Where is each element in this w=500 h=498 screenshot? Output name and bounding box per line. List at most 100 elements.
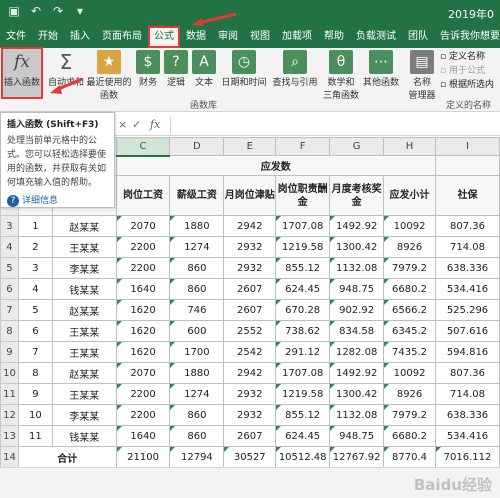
use-in-formula-item[interactable]: ▫ 用于公式	[440, 64, 494, 78]
datetime-button[interactable]: ◷ 日期和时间	[220, 48, 268, 98]
cell-f[interactable]: 624.45	[275, 278, 331, 300]
cell-g[interactable]: 1492.92	[329, 362, 385, 384]
customize-icon[interactable]: ▾	[72, 4, 88, 18]
tab-5[interactable]: 数据	[180, 26, 212, 48]
cell-c[interactable]: 1620	[115, 320, 171, 342]
row-header[interactable]: 14	[0, 446, 19, 467]
cell-h[interactable]: 7979.2	[383, 257, 436, 279]
row-header[interactable]: 11	[0, 383, 19, 405]
cell-name[interactable]: 王某某	[51, 341, 117, 363]
cell-d[interactable]: 1700	[169, 341, 225, 363]
cell-name[interactable]: 李某某	[51, 257, 117, 279]
finance-button[interactable]: $ 财务	[136, 48, 160, 98]
cell-a[interactable]: 9	[17, 383, 53, 405]
cell-c[interactable]: 2200	[115, 236, 171, 258]
undo-icon[interactable]: ↶	[28, 4, 44, 18]
cell-i[interactable]: 507.616	[435, 320, 500, 342]
cell-a[interactable]: 8	[17, 362, 53, 384]
tab-0[interactable]: 文件	[0, 26, 32, 48]
cell-name[interactable]: 钱某某	[51, 278, 117, 300]
cell-f[interactable]: 738.62	[275, 320, 331, 342]
column-title[interactable]: 月度考核奖金	[329, 175, 385, 216]
tab-11[interactable]: 团队	[402, 26, 434, 48]
cell-d[interactable]: 860	[169, 404, 225, 426]
cell-e[interactable]: 2932	[223, 236, 277, 258]
cell-g[interactable]: 1132.08	[329, 404, 385, 426]
row-header[interactable]: 7	[0, 299, 19, 321]
define-name-item[interactable]: ▫ 定义名称	[440, 50, 494, 64]
total-e[interactable]: 30527	[223, 446, 277, 467]
column-title[interactable]: 薪级工资	[169, 175, 225, 216]
cell-g[interactable]: 834.58	[329, 320, 385, 342]
cell-name[interactable]: 王某某	[51, 236, 117, 258]
tab-4[interactable]: 公式	[148, 26, 180, 48]
cell-h[interactable]: 8926	[383, 383, 436, 405]
row-header[interactable]: 13	[0, 425, 19, 447]
cell-e[interactable]: 2542	[223, 341, 277, 363]
cell-c[interactable]: 1620	[115, 341, 171, 363]
header-blank-i[interactable]	[435, 155, 500, 176]
cell-f[interactable]: 1707.08	[275, 215, 331, 237]
column-header-h[interactable]: H	[383, 137, 436, 156]
fx-bar-icon[interactable]: fx	[150, 118, 160, 131]
cell-a[interactable]: 1	[17, 215, 53, 237]
cell-d[interactable]: 1274	[169, 236, 225, 258]
cell-name[interactable]: 钱某某	[51, 425, 117, 447]
cell-a[interactable]: 2	[17, 236, 53, 258]
cell-h[interactable]: 7435.2	[383, 341, 436, 363]
column-header-c[interactable]: C	[115, 137, 171, 157]
cell-f[interactable]: 670.28	[275, 299, 331, 321]
column-title[interactable]: 应发小计	[383, 175, 436, 216]
tab-9[interactable]: 帮助	[318, 26, 350, 48]
cell-h[interactable]: 6680.2	[383, 425, 436, 447]
tab-1[interactable]: 开始	[32, 26, 64, 48]
cell-g[interactable]: 1492.92	[329, 215, 385, 237]
column-title[interactable]: 岗位职责酬金	[275, 175, 331, 216]
logic-button[interactable]: ? 逻辑	[164, 48, 188, 98]
cell-i[interactable]: 594.816	[435, 341, 500, 363]
cell-a[interactable]: 5	[17, 299, 53, 321]
cell-a[interactable]: 4	[17, 278, 53, 300]
insert-function-button[interactable]: fx 插入函数	[1, 47, 43, 99]
tab-12[interactable]: 告诉我你想要	[434, 26, 500, 48]
cell-g[interactable]: 1132.08	[329, 257, 385, 279]
cell-f[interactable]: 1219.58	[275, 383, 331, 405]
math-button[interactable]: θ 数学和 三角函数	[322, 48, 360, 101]
cell-i[interactable]: 714.08	[435, 383, 500, 405]
cell-g[interactable]: 1300.42	[329, 236, 385, 258]
column-title[interactable]: 月岗位津贴	[223, 175, 277, 216]
cell-c[interactable]: 1620	[115, 299, 171, 321]
cell-h[interactable]: 6680.2	[383, 278, 436, 300]
total-c[interactable]: 21100	[115, 446, 171, 467]
cell-d[interactable]: 1880	[169, 362, 225, 384]
redo-icon[interactable]: ↷	[50, 4, 66, 18]
cell-c[interactable]: 2200	[115, 383, 171, 405]
cancel-icon[interactable]: ×	[118, 118, 127, 131]
cell-a[interactable]: 3	[17, 257, 53, 279]
more-functions-button[interactable]: ⋯ 其他函数	[362, 48, 400, 98]
cell-e[interactable]: 2552	[223, 320, 277, 342]
cell-h[interactable]: 10092	[383, 362, 436, 384]
cell-c[interactable]: 1640	[115, 278, 171, 300]
total-g[interactable]: 12767.92	[329, 446, 385, 467]
cell-g[interactable]: 1300.42	[329, 383, 385, 405]
row-header[interactable]: 10	[0, 362, 19, 384]
column-header-e[interactable]: E	[223, 137, 277, 156]
row-header[interactable]: 9	[0, 341, 19, 363]
cell-name[interactable]: 赵某某	[51, 299, 117, 321]
total-label[interactable]: 合计	[17, 446, 117, 467]
cell-a[interactable]: 7	[17, 341, 53, 363]
cell-i[interactable]: 638.336	[435, 257, 500, 279]
cell-c[interactable]: 1640	[115, 425, 171, 447]
row-header[interactable]: 8	[0, 320, 19, 342]
cell-f[interactable]: 855.12	[275, 404, 331, 426]
cell-c[interactable]: 2070	[115, 362, 171, 384]
cell-i[interactable]: 807.36	[435, 215, 500, 237]
text-button[interactable]: A 文本	[192, 48, 216, 98]
total-h[interactable]: 8770.4	[383, 446, 436, 467]
confirm-icon[interactable]: ✓	[132, 118, 141, 131]
cell-g[interactable]: 948.75	[329, 278, 385, 300]
cell-g[interactable]: 1282.08	[329, 341, 385, 363]
cell-h[interactable]: 8926	[383, 236, 436, 258]
cell-d[interactable]: 1274	[169, 383, 225, 405]
